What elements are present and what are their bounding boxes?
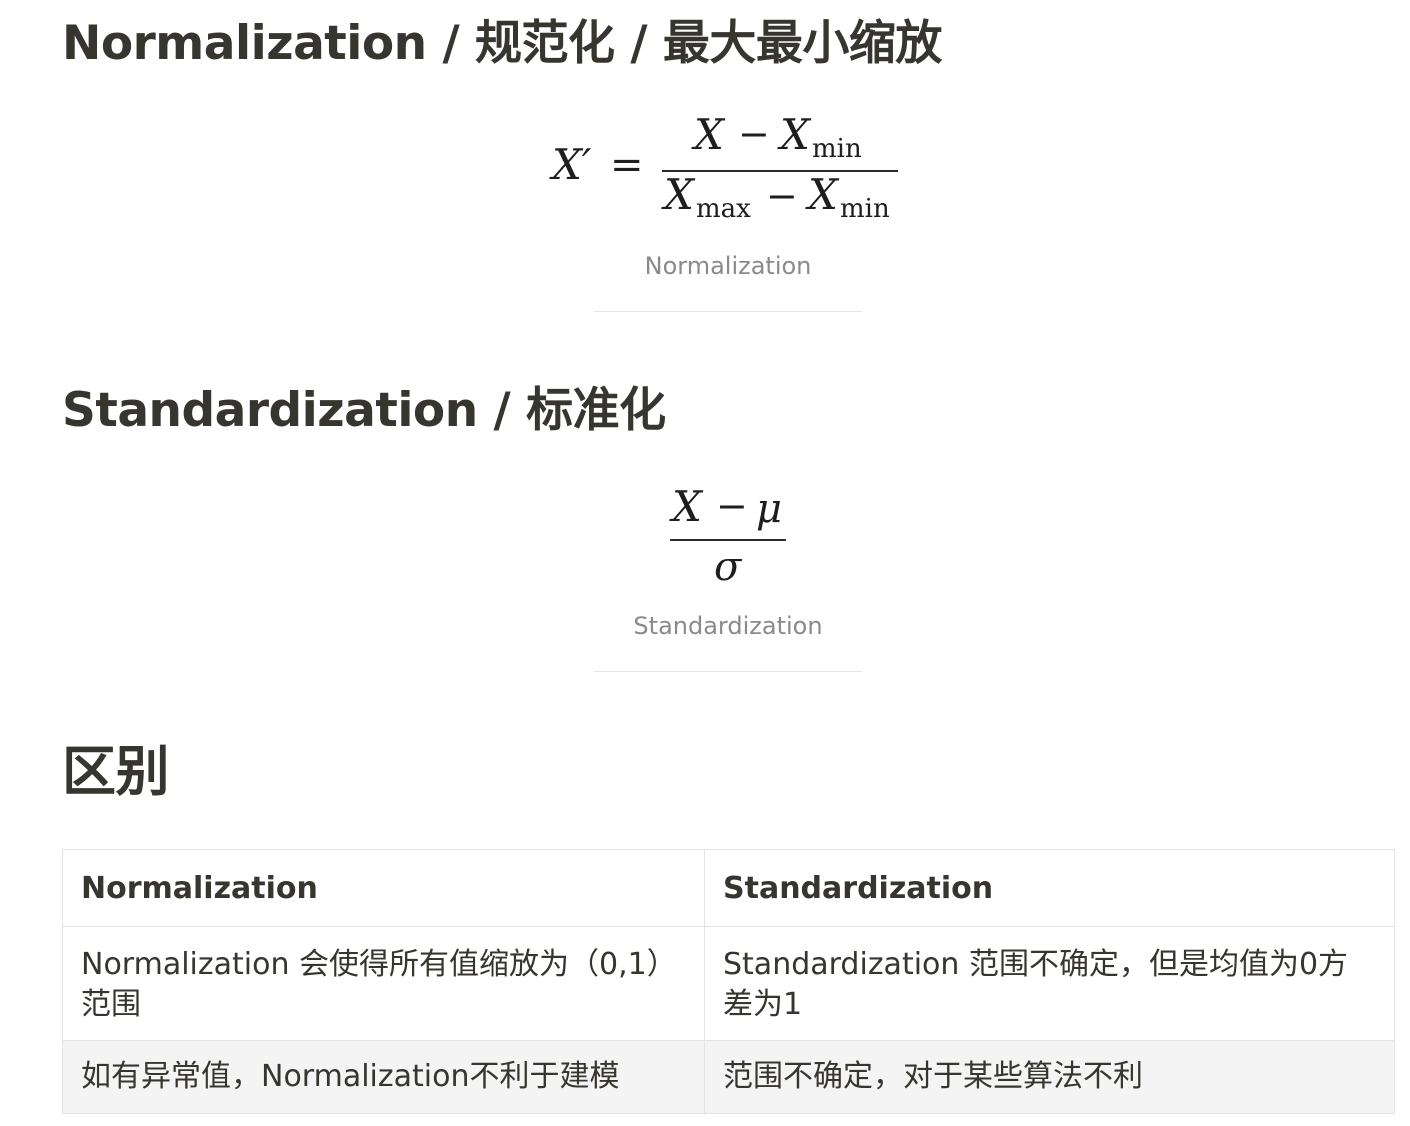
table-cell: 范围不确定，对于某些算法不利 [704, 1040, 1395, 1114]
table-cell: 如有异常值，Normalization不利于建模 [62, 1040, 705, 1114]
standardization-formula: X − μ σ [660, 480, 800, 590]
comparison-table: Normalization Standardization Normalizat… [62, 849, 1395, 1114]
table-header-cell: Standardization [704, 849, 1395, 927]
standardization-caption: Standardization [633, 612, 823, 640]
formula-numerator-minus: − [738, 112, 770, 156]
formula-numerator-x: X [694, 110, 724, 159]
std-denominator-sigma: σ [714, 544, 742, 590]
table-row: Normalization 会使得所有值缩放为（0,1）范围 Standardi… [62, 926, 1395, 1041]
table-cell: Normalization 会使得所有值缩放为（0,1）范围 [62, 926, 705, 1041]
formula-numerator-x2: X [780, 110, 810, 159]
normalization-caption: Normalization [644, 252, 812, 280]
formula-denominator-minus: − [766, 174, 798, 218]
standardization-fraction-bar [670, 539, 786, 541]
formula-denominator-sub2: min [840, 194, 890, 224]
formula-denominator-x: X [664, 170, 694, 219]
formula-numerator-sub: min [812, 134, 862, 164]
std-numerator-mu: μ [756, 486, 782, 532]
standardization-divider [595, 671, 861, 672]
difference-heading: 区别 [62, 740, 170, 803]
normalization-fraction-bar [662, 170, 898, 172]
formula-denominator-x2: X [808, 170, 838, 219]
std-numerator-minus: − [716, 484, 748, 528]
formula-lhs: X′ [552, 140, 592, 189]
std-numerator-x: X [672, 482, 702, 531]
table-header-cell: Normalization [62, 849, 705, 927]
table-header-row: Normalization Standardization [62, 849, 1395, 927]
formula-equals: = [610, 142, 644, 188]
normalization-heading: Normalization / 规范化 / 最大最小缩放 [62, 16, 942, 71]
standardization-heading: Standardization / 标准化 [62, 383, 666, 438]
normalization-divider [595, 311, 861, 312]
normalization-formula: X′ = X − X min X max − X min [550, 110, 910, 232]
table-row: 如有异常值，Normalization不利于建模 范围不确定，对于某些算法不利 [62, 1040, 1395, 1114]
table-cell: Standardization 范围不确定，但是均值为0方差为1 [704, 926, 1395, 1041]
formula-denominator-sub1: max [696, 194, 751, 224]
